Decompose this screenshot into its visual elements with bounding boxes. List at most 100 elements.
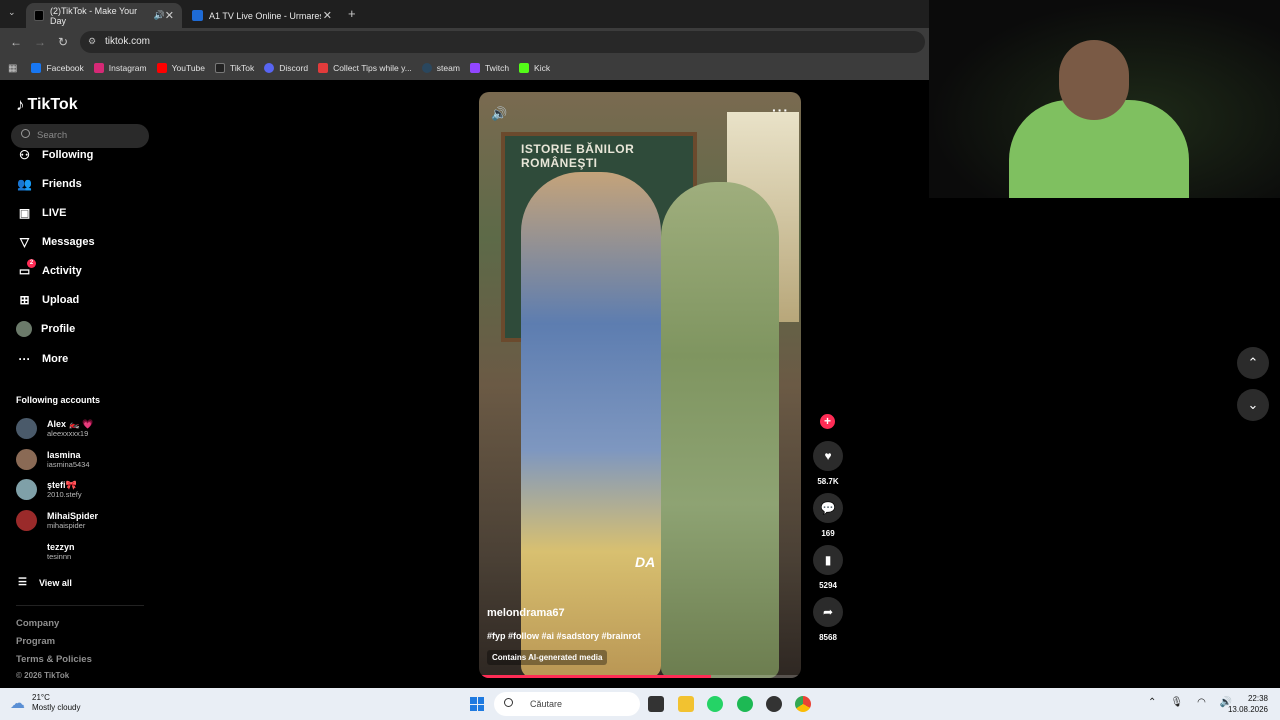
- avatar: [16, 541, 37, 562]
- bookmarks-bar: ▦ Facebook Instagram YouTube TikTok Disc…: [0, 56, 929, 80]
- copyright: © 2026 TikTok: [16, 671, 70, 680]
- volume-icon[interactable]: 🔊: [491, 106, 507, 122]
- task-view-icon[interactable]: [648, 696, 664, 712]
- back-icon[interactable]: ←: [10, 35, 22, 49]
- microphone-icon[interactable]: 🎙: [1170, 697, 1183, 708]
- chrome-icon[interactable]: [795, 696, 811, 712]
- nav-following[interactable]: ⚇ Following: [16, 146, 93, 164]
- account-item[interactable]: MihaiSpider mihaispider: [16, 510, 98, 531]
- wifi-icon[interactable]: ◠: [1197, 697, 1206, 708]
- account-item[interactable]: tezzyn tesinnn: [16, 541, 75, 562]
- save-button[interactable]: ▮ 5294: [813, 545, 843, 590]
- spotify-icon[interactable]: [737, 696, 753, 712]
- weather-widget[interactable]: ☁ 21°C Mostly cloudy: [10, 693, 80, 713]
- profile-avatar: [16, 321, 32, 337]
- following-accounts-header: Following accounts: [16, 395, 101, 405]
- nav-label: Following: [42, 149, 94, 161]
- app-icon[interactable]: [766, 696, 782, 712]
- bookmark-collect-tips[interactable]: Collect Tips while y...: [318, 63, 412, 73]
- character-right: [661, 182, 779, 678]
- close-tab-icon[interactable]: ✕: [165, 9, 174, 22]
- site-info-icon[interactable]: ⚙: [88, 36, 96, 47]
- tab-a1tv[interactable]: A1 TV Live Online - Urmareste ✕: [184, 3, 340, 28]
- more-options-icon[interactable]: ···: [772, 102, 789, 118]
- url-field[interactable]: ⚙ tiktok.com: [80, 31, 925, 53]
- account-name: ştefi🎀: [47, 480, 77, 490]
- speaker-icon[interactable]: 🔊: [154, 10, 165, 21]
- account-item[interactable]: Iasmina iasmina5434: [16, 449, 90, 470]
- following-icon: ⚇: [19, 148, 30, 162]
- video-progress-bar[interactable]: [479, 675, 801, 678]
- taskbar-search-input[interactable]: Căutare: [494, 692, 640, 716]
- bookmark-kick[interactable]: Kick: [519, 63, 550, 73]
- bookmark-label: Kick: [534, 63, 551, 73]
- apps-icon[interactable]: ▦: [8, 63, 17, 74]
- nav-label: Upload: [42, 294, 80, 306]
- file-explorer-icon[interactable]: [678, 696, 694, 712]
- footer-link-program[interactable]: Program: [16, 636, 55, 647]
- like-button[interactable]: ♥ 58.7K: [813, 441, 843, 486]
- address-bar: ← → ↻ ⚙ tiktok.com: [0, 28, 929, 56]
- nav-messages[interactable]: ▽ Messages: [16, 233, 95, 251]
- tiktok-icon: [215, 63, 225, 73]
- friends-icon: 👥: [17, 177, 32, 191]
- bookmark-label: steam: [436, 63, 460, 73]
- chevron-up-icon[interactable]: ⌃: [1148, 697, 1156, 708]
- close-tab-icon[interactable]: ✕: [323, 9, 332, 22]
- video-player[interactable]: ISTORIE BĂNILOR ROMÂNEŞTI DA 🔊 ··· melon…: [479, 92, 801, 678]
- nav-label: Messages: [42, 236, 95, 248]
- nav-profile[interactable]: Profile: [16, 320, 75, 338]
- search-input[interactable]: Search: [11, 124, 149, 148]
- tab-label: A1 TV Live Online - Urmareste: [209, 10, 321, 21]
- follow-plus-button[interactable]: +: [820, 414, 835, 429]
- nav-activity[interactable]: ▭ 2 Activity: [16, 259, 82, 280]
- bookmark-facebook[interactable]: Facebook: [31, 63, 84, 73]
- footer-link-company[interactable]: Company: [16, 618, 59, 629]
- footer-link-terms[interactable]: Terms & Policies: [16, 654, 92, 665]
- more-icon: ···: [18, 352, 31, 366]
- bookmark-youtube[interactable]: YouTube: [156, 63, 205, 73]
- bookmark-steam[interactable]: steam: [421, 63, 460, 73]
- tab-list-icon[interactable]: ⌄: [8, 7, 16, 18]
- save-count: 5294: [819, 581, 837, 590]
- bookmark-instagram[interactable]: Instagram: [93, 63, 147, 73]
- bookmark-discord[interactable]: Discord: [264, 63, 308, 73]
- clock[interactable]: 22:38 13.08.2026: [1224, 693, 1268, 715]
- ai-generated-label: Contains AI-generated media: [487, 650, 608, 665]
- forward-icon[interactable]: →: [34, 35, 46, 49]
- avatar: [16, 510, 37, 531]
- whatsapp-icon[interactable]: [707, 696, 723, 712]
- reload-icon[interactable]: ↻: [58, 35, 68, 49]
- live-icon: ▣: [18, 206, 31, 220]
- bookmark-label: YouTube: [171, 63, 205, 73]
- bookmark-twitch[interactable]: Twitch: [469, 63, 510, 73]
- tiktok-logo[interactable]: ♪ TikTok: [16, 95, 78, 115]
- comment-button[interactable]: 💬 169: [813, 493, 843, 538]
- windows-taskbar: ☁ 21°C Mostly cloudy Căutare ⌃ 🎙 ◠ 🔊 22:…: [0, 688, 1280, 720]
- view-all-link[interactable]: ☰ View all: [18, 577, 72, 588]
- search-icon: [504, 698, 513, 707]
- previous-video-button[interactable]: ⌃: [1237, 347, 1269, 379]
- account-item[interactable]: ştefi🎀 2010.stefy: [16, 479, 82, 500]
- nav-friends[interactable]: 👥 Friends: [16, 175, 82, 193]
- nav-upload[interactable]: ⊞ Upload: [16, 291, 79, 309]
- share-button[interactable]: ➦ 8568: [813, 597, 843, 642]
- cloud-icon: ☁: [10, 695, 25, 712]
- search-placeholder: Search: [37, 130, 68, 141]
- nav-live[interactable]: ▣ LIVE: [16, 204, 67, 222]
- next-video-button[interactable]: ⌄: [1237, 389, 1269, 421]
- bookmark-label: Twitch: [484, 63, 510, 73]
- account-item[interactable]: Alex 🏍️ 💗 aleexxxxx19: [16, 418, 93, 439]
- nav-more[interactable]: ··· More: [16, 350, 69, 368]
- tab-tiktok[interactable]: (2)TikTok - Make Your Day 🔊 ✕: [26, 3, 182, 28]
- video-hashtags[interactable]: #fyp #follow #ai #sadstory #brainrot: [487, 631, 641, 641]
- bookmark-tiktok[interactable]: TikTok: [215, 63, 254, 73]
- youtube-icon: [156, 63, 167, 73]
- logo-text: TikTok: [27, 96, 78, 113]
- nav-label: More: [42, 353, 69, 365]
- date: 13.08.2026: [1227, 705, 1268, 714]
- new-tab-icon[interactable]: +: [348, 6, 356, 21]
- account-handle: aleexxxxx19: [47, 429, 89, 438]
- video-author[interactable]: melondrama67: [487, 607, 565, 619]
- windows-start-icon[interactable]: [470, 697, 484, 711]
